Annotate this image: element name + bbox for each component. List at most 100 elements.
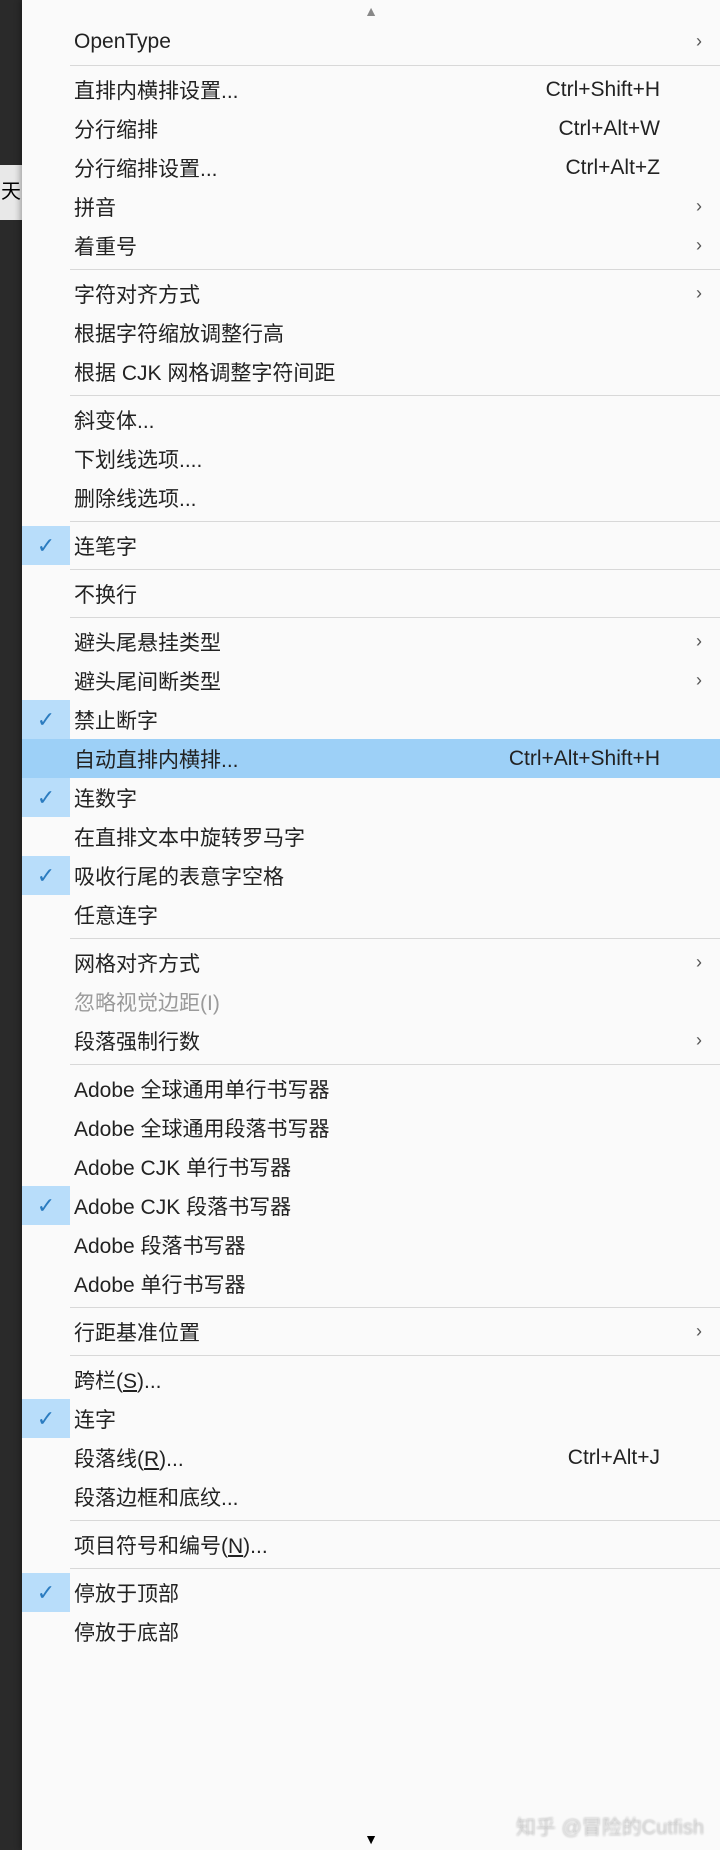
submenu-chevron-icon: › bbox=[682, 31, 702, 52]
menu-item-label: 自动直排内横排... bbox=[70, 744, 509, 774]
menu-separator bbox=[70, 1520, 720, 1521]
menu-item-label: 连字 bbox=[70, 1404, 682, 1434]
submenu-chevron-icon: › bbox=[682, 235, 702, 256]
menu-item-label: 连笔字 bbox=[70, 531, 682, 561]
panel-tab-fragment: 天 bbox=[0, 165, 22, 220]
menu-item[interactable]: 斜变体... bbox=[22, 400, 720, 439]
menu-item-label: 根据字符缩放调整行高 bbox=[70, 318, 682, 348]
menu-item[interactable]: 网格对齐方式› bbox=[22, 943, 720, 982]
menu-item-label: 段落边框和底纹... bbox=[70, 1482, 682, 1512]
submenu-chevron-icon: › bbox=[682, 670, 702, 691]
menu-item-label: 项目符号和编号(N)... bbox=[70, 1530, 682, 1560]
menu-item-label: 停放于底部 bbox=[70, 1617, 682, 1647]
menu-item-label: 根据 CJK 网格调整字符间距 bbox=[70, 357, 682, 387]
menu-item[interactable]: 字符对齐方式› bbox=[22, 274, 720, 313]
menu-item[interactable]: 避头尾间断类型› bbox=[22, 661, 720, 700]
checkmark-icon: ✓ bbox=[22, 1399, 70, 1438]
menu-item-label: 忽略视觉边距(I) bbox=[70, 987, 682, 1017]
menu-item[interactable]: 段落线(R)...Ctrl+Alt+J bbox=[22, 1438, 720, 1477]
menu-item-label: 删除线选项... bbox=[70, 483, 682, 513]
menu-separator bbox=[70, 269, 720, 270]
watermark-text: 知乎 @冒险的Cutfish bbox=[516, 1811, 704, 1840]
menu-item[interactable]: ✓连字 bbox=[22, 1399, 720, 1438]
checkmark-icon: ✓ bbox=[22, 1186, 70, 1225]
menu-item-shortcut: Ctrl+Alt+J bbox=[568, 1446, 682, 1470]
menu-item[interactable]: 分行缩排设置...Ctrl+Alt+Z bbox=[22, 148, 720, 187]
menu-item[interactable]: 下划线选项.... bbox=[22, 439, 720, 478]
menu-item[interactable]: ✓Adobe CJK 段落书写器 bbox=[22, 1186, 720, 1225]
paragraph-panel-flyout-menu: OpenType›直排内横排设置...Ctrl+Shift+H分行缩排Ctrl+… bbox=[22, 0, 720, 1850]
menu-item-label: 避头尾间断类型 bbox=[70, 666, 682, 696]
menu-item[interactable]: 项目符号和编号(N)... bbox=[22, 1525, 720, 1564]
menu-item[interactable]: OpenType› bbox=[22, 22, 720, 61]
menu-separator bbox=[70, 1064, 720, 1065]
submenu-chevron-icon: › bbox=[682, 196, 702, 217]
menu-separator bbox=[70, 938, 720, 939]
menu-separator bbox=[70, 395, 720, 396]
menu-item-label: Adobe 段落书写器 bbox=[70, 1230, 682, 1260]
menu-item-label: 跨栏(S)... bbox=[70, 1365, 682, 1395]
menu-separator bbox=[70, 1307, 720, 1308]
menu-item[interactable]: ✓连笔字 bbox=[22, 526, 720, 565]
checkmark-icon: ✓ bbox=[22, 778, 70, 817]
menu-item-label: 在直排文本中旋转罗马字 bbox=[70, 822, 682, 852]
menu-item-label: 行距基准位置 bbox=[70, 1317, 682, 1347]
submenu-chevron-icon: › bbox=[682, 1321, 702, 1342]
menu-item-label: 斜变体... bbox=[70, 405, 682, 435]
menu-item-label: 拼音 bbox=[70, 192, 682, 222]
menu-item[interactable]: 停放于底部 bbox=[22, 1612, 720, 1651]
submenu-chevron-icon: › bbox=[682, 1030, 702, 1051]
menu-item-label: Adobe 单行书写器 bbox=[70, 1269, 682, 1299]
menu-item[interactable]: Adobe 全球通用单行书写器 bbox=[22, 1069, 720, 1108]
menu-item[interactable]: 不换行 bbox=[22, 574, 720, 613]
submenu-chevron-icon: › bbox=[682, 952, 702, 973]
menu-separator bbox=[70, 65, 720, 66]
menu-item[interactable]: 在直排文本中旋转罗马字 bbox=[22, 817, 720, 856]
menu-item-label: 停放于顶部 bbox=[70, 1578, 682, 1608]
menu-item-label: 网格对齐方式 bbox=[70, 948, 682, 978]
menu-item[interactable]: ✓停放于顶部 bbox=[22, 1573, 720, 1612]
menu-item[interactable]: 拼音› bbox=[22, 187, 720, 226]
menu-item[interactable]: ✓禁止断字 bbox=[22, 700, 720, 739]
menu-item-shortcut: Ctrl+Alt+Shift+H bbox=[509, 747, 682, 771]
menu-item[interactable]: Adobe 全球通用段落书写器 bbox=[22, 1108, 720, 1147]
menu-item[interactable]: 自动直排内横排...Ctrl+Alt+Shift+H bbox=[22, 739, 720, 778]
menu-item[interactable]: 直排内横排设置...Ctrl+Shift+H bbox=[22, 70, 720, 109]
menu-item[interactable]: 段落强制行数› bbox=[22, 1021, 720, 1060]
menu-item-label: 分行缩排 bbox=[70, 114, 558, 144]
menu-item[interactable]: Adobe 单行书写器 bbox=[22, 1264, 720, 1303]
menu-item-label: Adobe CJK 单行书写器 bbox=[70, 1152, 682, 1182]
menu-item[interactable]: 行距基准位置› bbox=[22, 1312, 720, 1351]
menu-item-shortcut: Ctrl+Alt+Z bbox=[565, 156, 682, 180]
menu-item[interactable]: 跨栏(S)... bbox=[22, 1360, 720, 1399]
menu-scroll-up-arrow[interactable] bbox=[22, 0, 720, 22]
menu-item-label: Adobe 全球通用单行书写器 bbox=[70, 1074, 682, 1104]
menu-item-label: 分行缩排设置... bbox=[70, 153, 565, 183]
menu-item-label: OpenType bbox=[70, 30, 682, 54]
menu-item[interactable]: 删除线选项... bbox=[22, 478, 720, 517]
menu-item-label: 下划线选项.... bbox=[70, 444, 682, 474]
submenu-chevron-icon: › bbox=[682, 631, 702, 652]
menu-item[interactable]: 任意连字 bbox=[22, 895, 720, 934]
menu-item-label: 字符对齐方式 bbox=[70, 279, 682, 309]
menu-item[interactable]: 根据 CJK 网格调整字符间距 bbox=[22, 352, 720, 391]
checkmark-icon: ✓ bbox=[22, 526, 70, 565]
checkmark-icon: ✓ bbox=[22, 856, 70, 895]
menu-item-label: 不换行 bbox=[70, 579, 682, 609]
menu-separator bbox=[70, 617, 720, 618]
app-background-left bbox=[0, 0, 22, 1850]
menu-item-label: 禁止断字 bbox=[70, 705, 682, 735]
checkmark-icon: ✓ bbox=[22, 700, 70, 739]
menu-item-label: 吸收行尾的表意字空格 bbox=[70, 861, 682, 891]
menu-item: 忽略视觉边距(I) bbox=[22, 982, 720, 1021]
menu-item[interactable]: ✓连数字 bbox=[22, 778, 720, 817]
menu-item[interactable]: 着重号› bbox=[22, 226, 720, 265]
menu-item-label: Adobe CJK 段落书写器 bbox=[70, 1191, 682, 1221]
menu-item[interactable]: Adobe CJK 单行书写器 bbox=[22, 1147, 720, 1186]
menu-item[interactable]: 段落边框和底纹... bbox=[22, 1477, 720, 1516]
menu-item[interactable]: Adobe 段落书写器 bbox=[22, 1225, 720, 1264]
menu-item[interactable]: 根据字符缩放调整行高 bbox=[22, 313, 720, 352]
menu-item[interactable]: 分行缩排Ctrl+Alt+W bbox=[22, 109, 720, 148]
menu-item[interactable]: 避头尾悬挂类型› bbox=[22, 622, 720, 661]
menu-item[interactable]: ✓吸收行尾的表意字空格 bbox=[22, 856, 720, 895]
